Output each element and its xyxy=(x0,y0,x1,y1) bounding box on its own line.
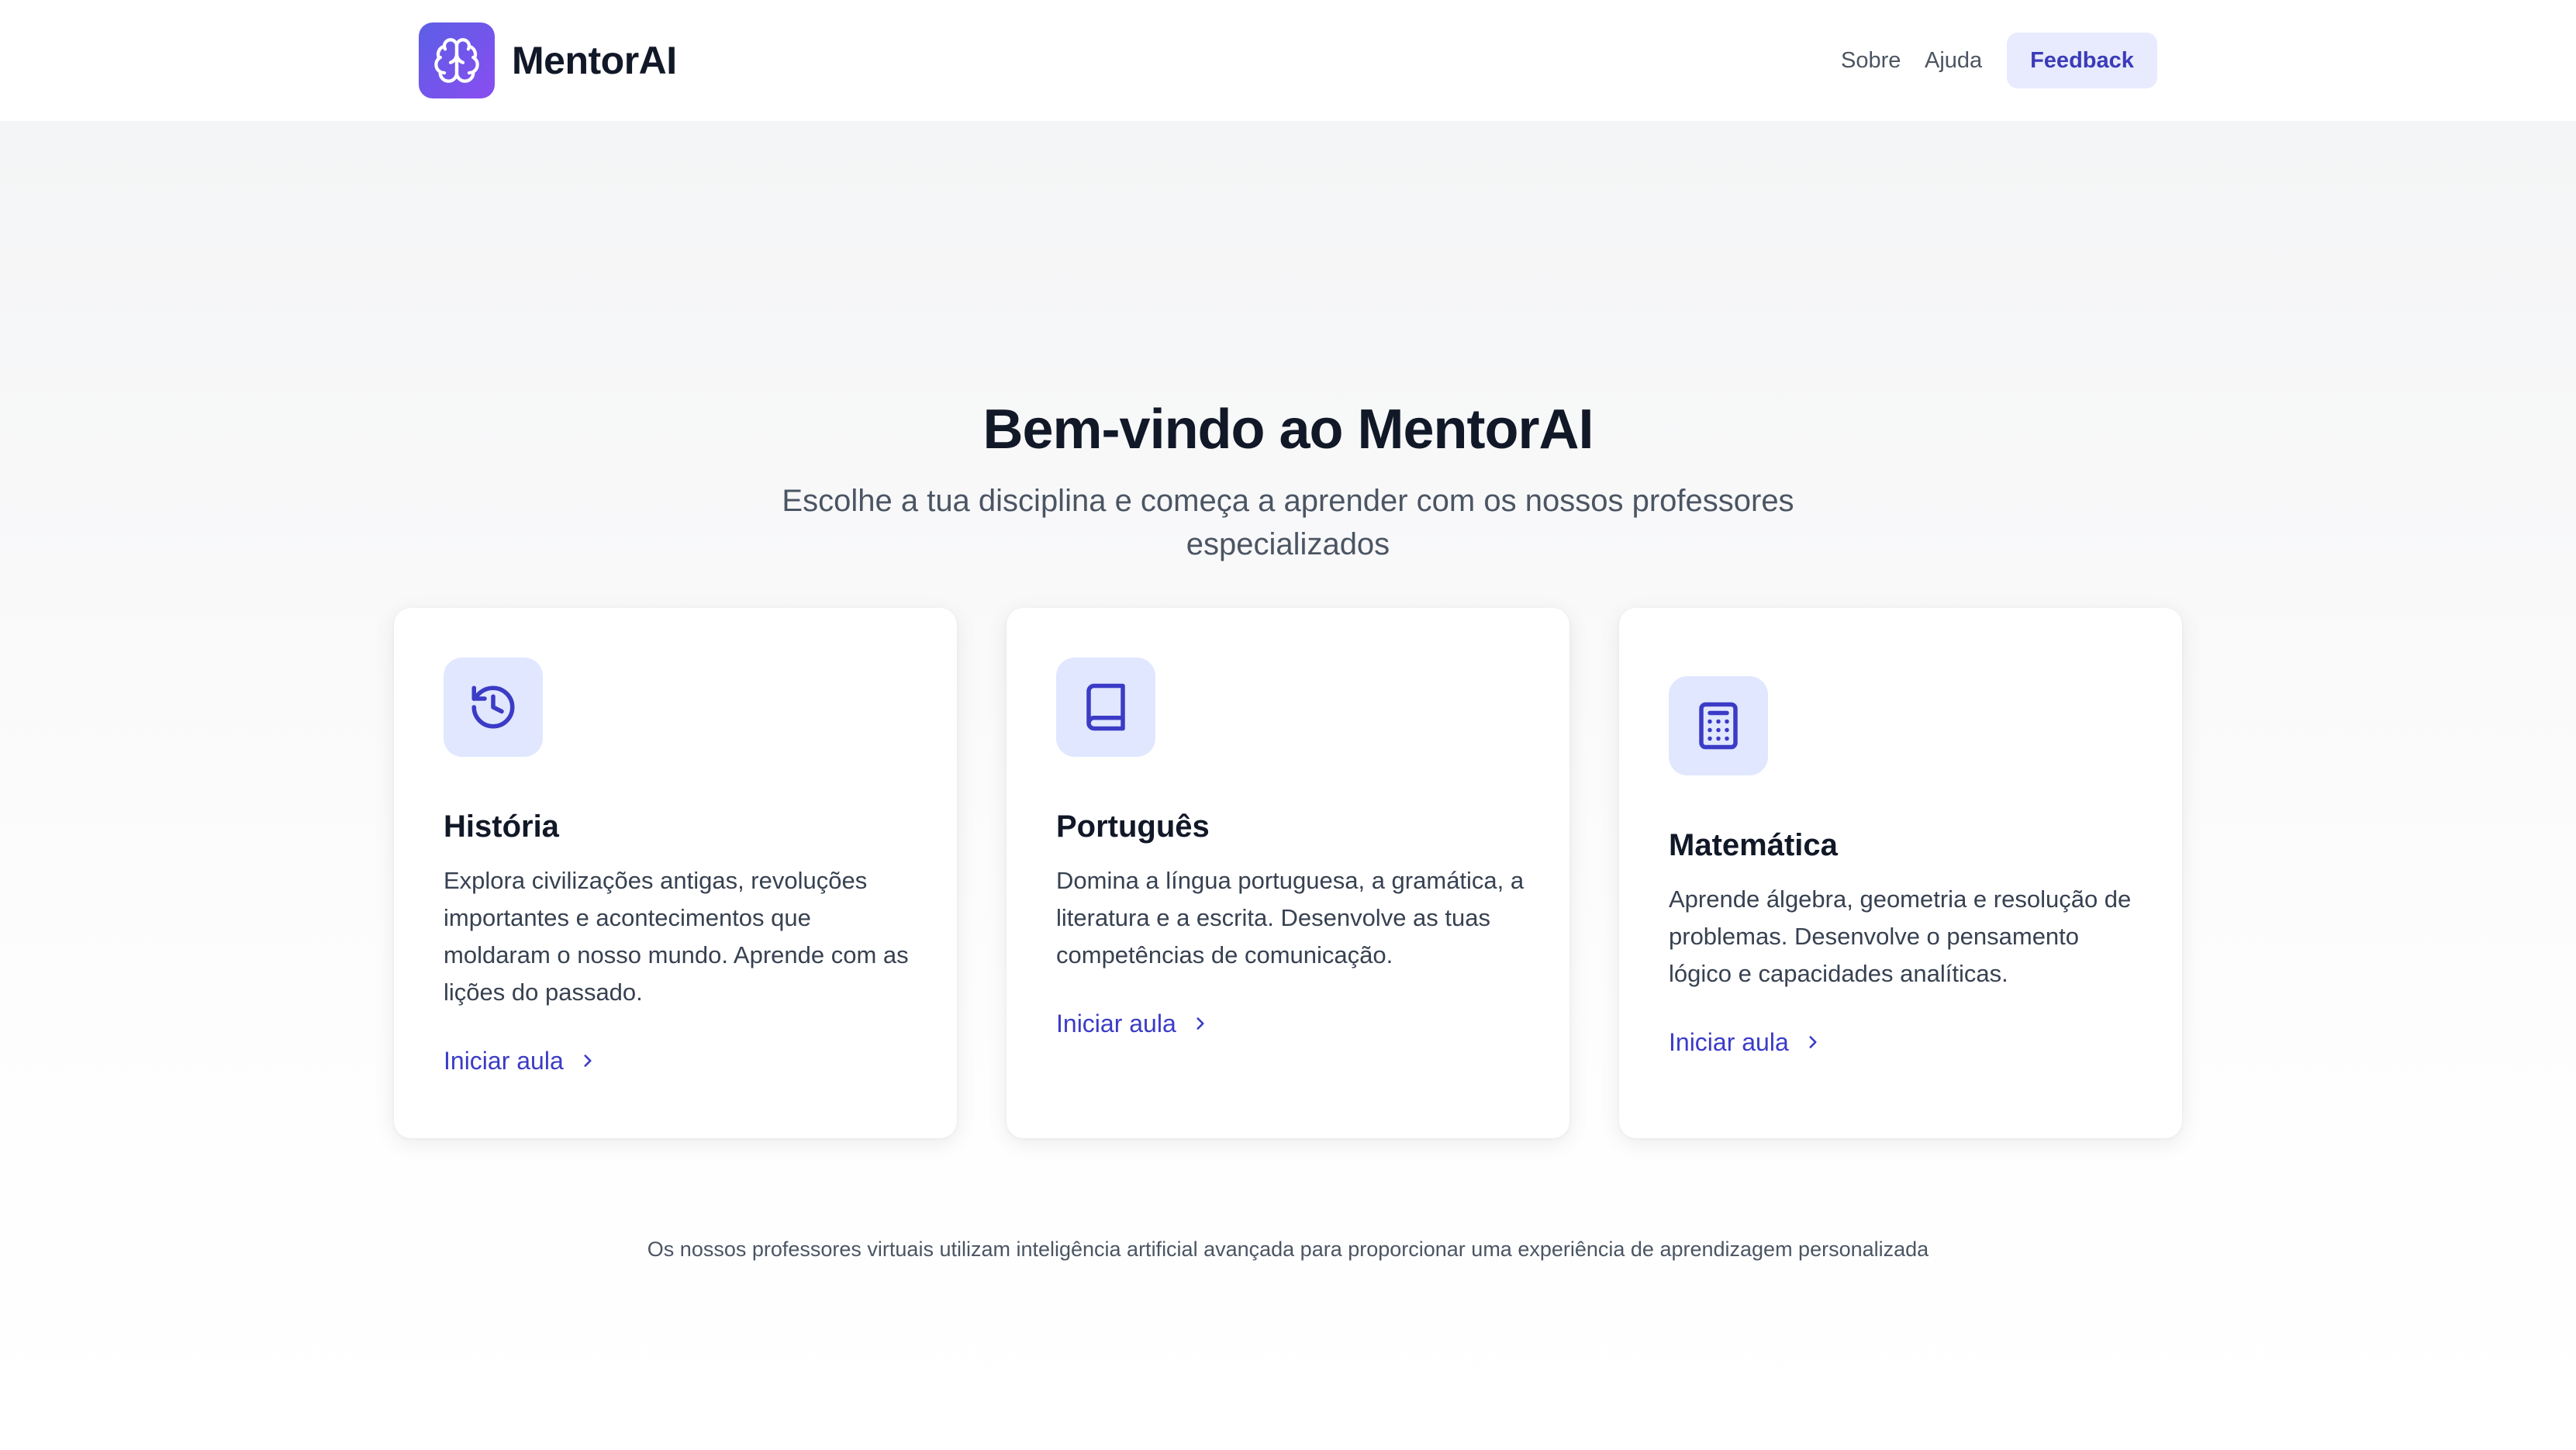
top-navbar: MentorAI Sobre Ajuda Feedback xyxy=(0,0,2576,121)
nav-link-ajuda[interactable]: Ajuda xyxy=(1925,43,1982,78)
logo[interactable] xyxy=(419,22,495,98)
start-lesson-label: Iniciar aula xyxy=(444,1047,564,1075)
page-title: Bem-vindo ao MentorAI xyxy=(982,399,1594,461)
calculator-icon xyxy=(1699,702,1738,750)
start-lesson-label: Iniciar aula xyxy=(1669,1028,1789,1056)
subject-card-historia[interactable]: História Explora civilizações antigas, r… xyxy=(394,608,957,1138)
footer-note: Os nossos professores virtuais utilizam … xyxy=(647,1238,1929,1261)
subject-card-portugues[interactable]: Português Domina a língua portuguesa, a … xyxy=(1007,608,1569,1138)
subject-title: História xyxy=(444,810,559,844)
chevron-right-icon xyxy=(1803,1032,1823,1052)
feedback-button[interactable]: Feedback xyxy=(2007,33,2157,88)
book-icon xyxy=(1086,683,1125,731)
start-lesson-label: Iniciar aula xyxy=(1056,1010,1176,1037)
subject-description: Explora civilizações antigas, revoluções… xyxy=(444,867,909,1006)
subject-description: Domina a língua portuguesa, a gramática,… xyxy=(1056,867,1525,968)
subject-icon-tile xyxy=(444,658,543,757)
start-lesson-link[interactable]: Iniciar aula xyxy=(1669,1024,2142,1061)
page-subtitle: Escolhe a tua disciplina e começa a apre… xyxy=(782,484,1794,561)
chevron-right-icon xyxy=(578,1051,598,1071)
subject-card-matematica[interactable]: Matemática Aprende álgebra, geometria e … xyxy=(1619,608,2182,1138)
chevron-right-icon xyxy=(1190,1013,1210,1034)
brain-icon xyxy=(434,38,479,83)
start-lesson-link[interactable]: Iniciar aula xyxy=(444,1042,917,1079)
subject-title: Matemática xyxy=(1669,828,1838,862)
history-icon xyxy=(471,685,515,729)
subject-icon-tile xyxy=(1056,658,1155,757)
subject-description: Aprende álgebra, geometria e resolução d… xyxy=(1669,886,2132,987)
subject-title: Português xyxy=(1056,810,1210,844)
nav-link-sobre[interactable]: Sobre xyxy=(1841,43,1901,78)
subject-icon-tile xyxy=(1669,676,1768,775)
brand-name[interactable]: MentorAI xyxy=(512,34,677,87)
start-lesson-link[interactable]: Iniciar aula xyxy=(1056,1005,1529,1042)
